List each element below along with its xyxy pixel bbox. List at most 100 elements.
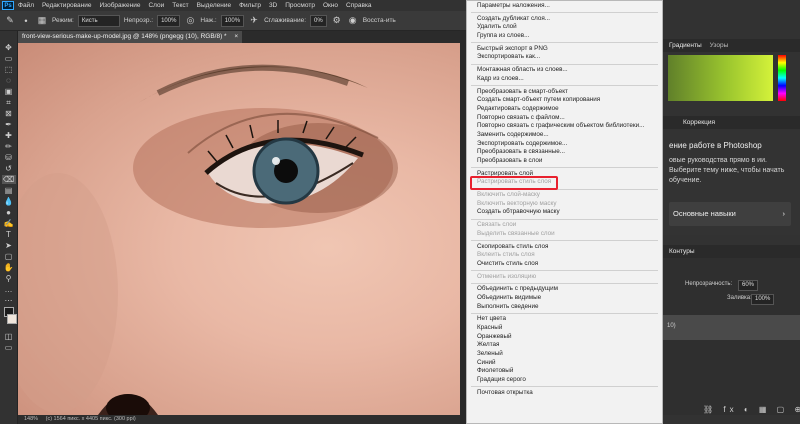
context-menu-item[interactable]: Экспортировать содержимое... xyxy=(467,140,662,149)
pen-tool-icon[interactable]: ✍ xyxy=(2,219,16,228)
context-menu-item[interactable]: Объединить видимые xyxy=(467,294,662,303)
screen-mode-icon[interactable]: ▭ xyxy=(2,343,16,352)
color-picker-field[interactable] xyxy=(668,55,773,101)
menu-file[interactable]: Файл xyxy=(14,2,38,9)
brush-preset-icon[interactable]: • xyxy=(20,15,32,27)
layers-footer-icons[interactable]: ⛓ fx ◐ ▦ ▢ ⊕ 🗑 xyxy=(703,405,800,414)
object-selection-tool-icon[interactable]: ▣ xyxy=(2,87,16,96)
pressure-opacity-icon[interactable]: ◎ xyxy=(184,15,196,27)
context-menu-item[interactable]: Создать обтравочную маску xyxy=(467,208,662,217)
context-menu-item[interactable]: Оранжевый xyxy=(467,333,662,342)
tab-adjustments[interactable]: Коррекция xyxy=(683,119,715,126)
context-menu-item[interactable]: Выполнить сведение xyxy=(467,303,662,312)
quick-mask-icon[interactable]: ◫ xyxy=(2,332,16,341)
menu-separator xyxy=(471,42,658,44)
menu-image[interactable]: Изображение xyxy=(96,2,145,9)
move-tool-icon[interactable]: ✥ xyxy=(2,43,16,52)
document-tab[interactable]: front-view-serious-make-up-model.jpg @ 1… xyxy=(18,31,242,43)
context-menu-item[interactable]: Повторно связать с графическим объектом … xyxy=(467,122,662,131)
flow-input[interactable]: 100% xyxy=(220,14,245,27)
type-tool-icon[interactable]: T xyxy=(2,230,16,239)
airbrush-icon[interactable]: ✈ xyxy=(248,15,260,27)
menu-help[interactable]: Справка xyxy=(342,2,376,9)
context-menu-item[interactable]: Зеленый xyxy=(467,350,662,359)
clone-stamp-tool-icon[interactable]: ⛁ xyxy=(2,153,16,162)
context-menu-item[interactable]: Преобразовать в смарт-объект xyxy=(467,88,662,97)
menu-window[interactable]: Окно xyxy=(319,2,342,9)
opacity-label: Непрозр.: xyxy=(123,17,154,24)
layer-fill-input[interactable]: 100% xyxy=(751,294,775,305)
learn-basic-skills-card[interactable]: Основные навыки › xyxy=(669,202,791,226)
context-menu-item[interactable]: Фиолетовый xyxy=(467,367,662,376)
context-menu-item[interactable]: Объединить с предыдущим xyxy=(467,285,662,294)
context-menu-item[interactable]: Очистить стиль слоя xyxy=(467,260,662,269)
context-menu-item[interactable]: Группа из слоев... xyxy=(467,32,662,41)
context-menu-item: Включить слой-маску xyxy=(477,191,540,199)
context-menu-item[interactable]: Красный xyxy=(467,324,662,333)
context-menu-item[interactable]: Кадр из слоев... xyxy=(467,75,662,84)
smoothing-input[interactable]: 0% xyxy=(310,14,327,27)
context-menu-item[interactable]: Быстрый экспорт в PNG xyxy=(467,45,662,54)
tab-patterns[interactable]: Узоры xyxy=(710,42,729,49)
context-menu-item[interactable]: Монтажная область из слоев... xyxy=(467,66,662,75)
brush-settings-icon[interactable]: ▦ xyxy=(36,15,48,27)
marquee-tool-icon[interactable]: ⬚ xyxy=(2,65,16,74)
eraser-tool-icon[interactable]: ⌫ xyxy=(1,175,16,184)
blur-tool-icon[interactable]: 💧 xyxy=(2,197,16,206)
restore-history-checkbox[interactable]: Восста-ить xyxy=(363,17,396,24)
menu-type[interactable]: Текст xyxy=(168,2,192,9)
context-menu-item[interactable]: Экспортировать как... xyxy=(467,53,662,62)
context-menu-item[interactable]: Желтая xyxy=(467,341,662,350)
edit-toolbar-icon[interactable]: ⋯ xyxy=(2,296,16,305)
menu-select[interactable]: Выделение xyxy=(193,2,235,9)
context-menu-item[interactable]: Повторно связать с файлом... xyxy=(467,114,662,123)
zoom-level[interactable]: 148% xyxy=(24,416,38,422)
context-menu-item[interactable]: Преобразовать в связанные... xyxy=(467,148,662,157)
brush-tool-icon[interactable]: ✏ xyxy=(2,142,16,151)
tab-gradients[interactable]: Градиенты xyxy=(669,42,702,49)
context-menu-item[interactable]: Создать смарт-объект путем копирования xyxy=(467,96,662,105)
context-menu-item[interactable]: Скопировать стиль слоя xyxy=(467,243,662,252)
context-menu-item[interactable]: Градация серого xyxy=(467,376,662,385)
context-menu-item[interactable]: Параметры наложения... xyxy=(467,2,662,11)
menu-view[interactable]: Просмотр xyxy=(281,2,319,9)
context-menu-item[interactable]: Заменить содержимое... xyxy=(467,131,662,140)
background-color-swatch[interactable] xyxy=(6,314,17,324)
dodge-tool-icon[interactable]: ● xyxy=(2,208,16,217)
pressure-size-icon[interactable]: ◉ xyxy=(347,15,359,27)
layer-opacity-input[interactable]: 60% xyxy=(738,280,759,291)
menu-filter[interactable]: Фильтр xyxy=(235,2,265,9)
tab-paths[interactable]: Контуры xyxy=(669,248,695,255)
healing-brush-tool-icon[interactable]: ✚ xyxy=(2,131,16,140)
context-menu-item[interactable]: Почтовая открытка xyxy=(467,389,662,398)
mode-select[interactable]: Кисть xyxy=(77,14,120,27)
crop-tool-icon[interactable]: ⌗ xyxy=(2,98,16,107)
layer-row-selected[interactable]: 10) xyxy=(663,315,800,340)
close-tab-icon[interactable]: × xyxy=(234,33,238,40)
document-canvas[interactable] xyxy=(18,43,460,415)
menu-edit[interactable]: Редактирование xyxy=(38,2,96,9)
tools-panel: ✥ ▭ ⬚ ◌ ▣ ⌗ ⊠ ✒ ✚ ✏ ⛁ ↺ ⌫ ▤ 💧 ● ✍ T ➤ ▢ … xyxy=(0,31,18,424)
path-selection-tool-icon[interactable]: ➤ xyxy=(2,241,16,250)
more-tools-icon[interactable]: … xyxy=(2,285,16,294)
hand-tool-icon[interactable]: ✋ xyxy=(2,263,16,272)
menu-3d[interactable]: 3D xyxy=(265,2,281,9)
gradient-tool-icon[interactable]: ▤ xyxy=(2,186,16,195)
menu-layers[interactable]: Слои xyxy=(144,2,168,9)
hue-slider[interactable] xyxy=(778,55,786,101)
document-info[interactable]: (c) 1564 пикс. x 4405 пикс. (300 ppi) xyxy=(46,416,136,422)
smoothing-options-gear-icon[interactable]: ⚙ xyxy=(331,15,343,27)
opacity-input[interactable]: 100% xyxy=(157,14,181,27)
context-menu-item[interactable]: Удалить слой xyxy=(467,23,662,32)
eraser-tool-icon[interactable]: ✎ xyxy=(4,15,16,27)
zoom-tool-icon[interactable]: ⚲ xyxy=(2,274,16,283)
lasso-tool-icon[interactable]: ◌ xyxy=(2,76,16,85)
frame-tool-icon[interactable]: ⊠ xyxy=(2,109,16,118)
context-menu-item[interactable]: Редактировать содержимое xyxy=(467,105,662,114)
eyedropper-tool-icon[interactable]: ✒ xyxy=(2,120,16,129)
context-menu-item[interactable]: Нет цвета xyxy=(467,315,662,324)
history-brush-tool-icon[interactable]: ↺ xyxy=(2,164,16,173)
context-menu-item[interactable]: Преобразовать в слои xyxy=(467,157,662,166)
artboard-tool-icon[interactable]: ▭ xyxy=(2,54,16,63)
rectangle-tool-icon[interactable]: ▢ xyxy=(2,252,16,261)
